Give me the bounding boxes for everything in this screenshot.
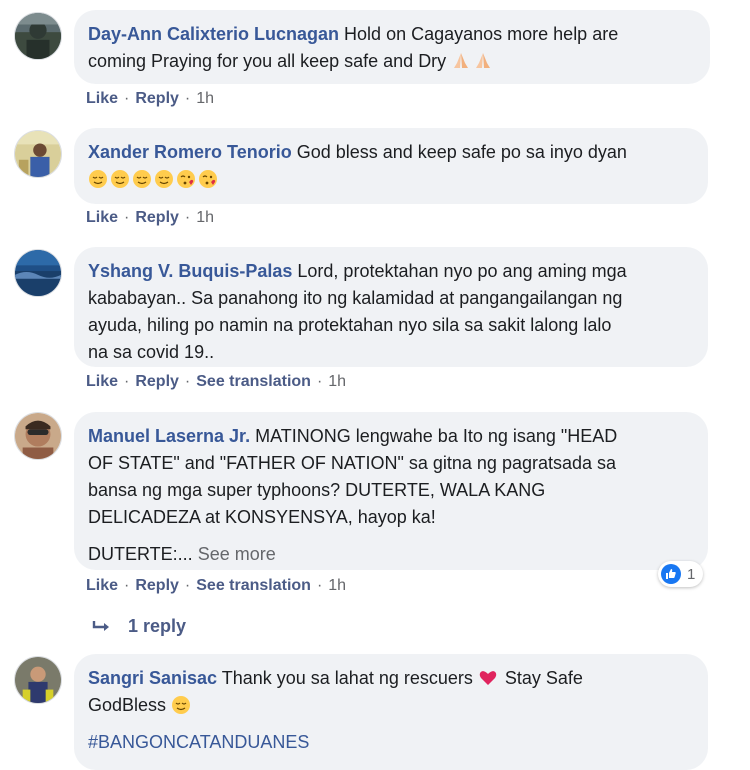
- comment-text: ayuda, hiling po namin na protektahan ny…: [88, 315, 612, 335]
- comment-text: DUTERTE:...: [88, 544, 193, 564]
- thumbs-up-icon: [661, 564, 681, 584]
- comment-actions: Like · Reply · 1h: [86, 90, 215, 107]
- comment-text: na sa covid 19..: [88, 342, 215, 362]
- comment-actions: Like · Reply · See translation · 1h: [86, 373, 347, 390]
- relieved-face-icon: [88, 169, 108, 189]
- avatar[interactable]: [14, 656, 62, 704]
- timestamp[interactable]: 1h: [196, 90, 214, 107]
- kissing-heart-face-icon: [176, 169, 196, 189]
- commenter-name[interactable]: Sangri Sanisac: [88, 668, 217, 688]
- see-more-link[interactable]: See more: [198, 544, 276, 564]
- relieved-face-icon: [110, 169, 130, 189]
- see-translation-link[interactable]: See translation: [196, 373, 311, 390]
- comment-text: God bless and keep safe po sa inyo dyan: [291, 142, 627, 162]
- relieved-face-icon: [154, 169, 174, 189]
- like-link[interactable]: Like: [86, 209, 118, 226]
- comment-text: OF STATE" and "FATHER OF NATION" sa gitn…: [88, 453, 617, 473]
- like-link[interactable]: Like: [86, 373, 118, 390]
- commenter-name[interactable]: Yshang V. Buquis-Palas: [88, 261, 292, 281]
- comment-text: Stay Safe: [499, 668, 583, 688]
- comment-text: Lord, protektahan nyo po ang aming mga: [292, 261, 627, 281]
- see-translation-link[interactable]: See translation: [196, 577, 311, 594]
- comment-text: DELICADEZA at KONSYENSYA, hayop ka!: [88, 507, 436, 527]
- reply-link[interactable]: Reply: [135, 90, 179, 107]
- relieved-face-icon: [171, 695, 191, 715]
- like-link[interactable]: Like: [86, 90, 118, 107]
- comment-actions: Like · Reply · 1h: [86, 209, 215, 226]
- avatar[interactable]: [14, 249, 62, 297]
- reply-link[interactable]: Reply: [135, 373, 179, 390]
- commenter-name[interactable]: Xander Romero Tenorio: [88, 142, 292, 162]
- comment-text: kababayan.. Sa panahong ito ng kalamidad…: [88, 288, 623, 308]
- avatar[interactable]: [14, 412, 62, 460]
- view-replies-link[interactable]: 1 reply: [92, 616, 186, 637]
- folded-hands-icon: [451, 51, 471, 71]
- reply-link[interactable]: Reply: [135, 209, 179, 226]
- comment-text: GodBless: [88, 695, 172, 715]
- commenter-name[interactable]: Day-Ann Calixterio Lucnagan: [88, 24, 339, 44]
- reply-arrow-icon: [92, 620, 109, 631]
- relieved-face-icon: [132, 169, 152, 189]
- comment-text: coming Praying for you all keep safe and…: [88, 51, 447, 71]
- like-link[interactable]: Like: [86, 577, 118, 594]
- timestamp[interactable]: 1h: [328, 373, 346, 390]
- comment-text: MATINONG lengwahe ba Ito ng isang "HEAD: [250, 426, 618, 446]
- commenter-name[interactable]: Manuel Laserna Jr.: [88, 426, 250, 446]
- comment-text: Thank you sa lahat ng rescuers: [217, 668, 478, 688]
- comment-text: bansa ng mga super typhoons? DUTERTE, WA…: [88, 480, 546, 500]
- avatar[interactable]: [14, 130, 62, 178]
- reply-count: 1 reply: [128, 616, 187, 636]
- comment-bubble: Xander Romero Tenorio God bless and keep…: [74, 128, 708, 204]
- hashtag-link[interactable]: #BANGONCATANDUANES: [88, 732, 309, 752]
- comment-bubble: Manuel Laserna Jr. MATINONG lengwahe ba …: [74, 412, 708, 570]
- comment-bubble: Sangri Sanisac Thank you sa lahat ng res…: [74, 654, 708, 770]
- reaction-count: 1: [687, 565, 696, 583]
- reaction-badge[interactable]: 1: [658, 561, 704, 587]
- comment-actions: Like · Reply · See translation · 1h: [86, 577, 347, 594]
- folded-hands-icon: [473, 51, 493, 71]
- timestamp[interactable]: 1h: [196, 209, 214, 226]
- avatar[interactable]: [14, 12, 62, 60]
- kissing-heart-face-icon: [198, 169, 218, 189]
- reply-link[interactable]: Reply: [135, 577, 179, 594]
- comment-text: Hold on Cagayanos more help are: [339, 24, 619, 44]
- timestamp[interactable]: 1h: [328, 577, 346, 594]
- comment-bubble: Day-Ann Calixterio Lucnagan Hold on Caga…: [74, 10, 710, 84]
- comment-bubble: Yshang V. Buquis-Palas Lord, protektahan…: [74, 247, 708, 367]
- red-heart-icon: [478, 668, 498, 688]
